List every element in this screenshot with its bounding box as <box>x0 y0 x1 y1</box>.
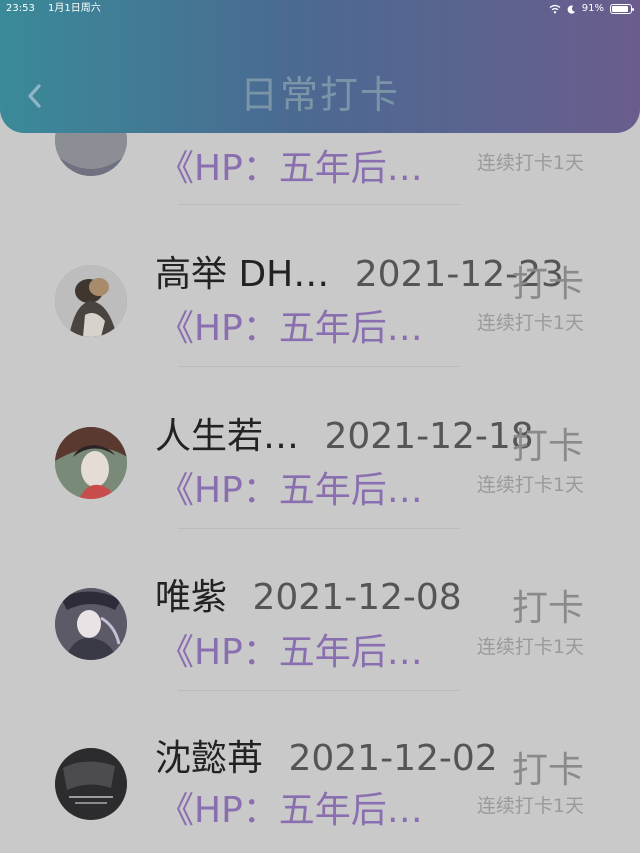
streak-label: 连续打卡1天 <box>476 474 584 496</box>
checkin-button[interactable]: 打卡 <box>512 748 584 794</box>
book-title[interactable]: 《HP：五年后… <box>158 468 423 514</box>
status-bar: 23:53 1月1日周六 91% <box>0 0 640 18</box>
status-right: 91% <box>549 0 634 18</box>
checkin-button[interactable]: 打卡 <box>512 262 584 308</box>
user-line: 沈懿苒 2021-12-02 <box>155 736 498 782</box>
status-date: 1月1日周六 <box>48 3 101 14</box>
battery-fill <box>612 6 628 12</box>
checkin-button[interactable]: 打卡 <box>512 424 584 470</box>
checkin-date: 2021-12-02 <box>288 738 498 779</box>
user-line: 高举 DH… 2021-12-23 <box>155 252 564 298</box>
user-name: 人生若… <box>155 416 300 457</box>
divider <box>178 528 460 529</box>
avatar[interactable] <box>55 427 127 499</box>
user-name: 唯紫 <box>155 577 228 618</box>
avatar-image <box>55 265 127 337</box>
daily-checkin-page: 《HP：五年后… 连续打卡1天 高举 DH… 2021-12-23 打卡 《HP… <box>0 0 640 853</box>
list-item[interactable]: 人生若… 2021-12-18 打卡 《HP：五年后… 连续打卡1天 <box>0 402 640 564</box>
moon-icon <box>567 5 575 14</box>
avatar[interactable] <box>55 265 127 337</box>
divider <box>178 690 460 691</box>
avatar-image <box>55 588 127 660</box>
checkin-button[interactable]: 打卡 <box>512 586 584 632</box>
header-bar: 23:53 1月1日周六 91% 日常打卡 <box>0 0 640 133</box>
book-title[interactable]: 《HP：五年后… <box>158 306 423 352</box>
avatar-image <box>55 748 127 820</box>
avatar[interactable] <box>55 588 127 660</box>
streak-label: 连续打卡1天 <box>476 636 584 658</box>
wifi-icon <box>549 4 561 14</box>
checkin-date: 2021-12-08 <box>252 577 462 618</box>
avatar-image <box>55 427 127 499</box>
status-time: 23:53 <box>6 3 35 14</box>
battery-icon <box>610 4 634 14</box>
streak-label: 连续打卡1天 <box>476 312 584 334</box>
checkin-date: 2021-12-18 <box>324 416 534 457</box>
user-line: 人生若… 2021-12-18 <box>155 414 534 460</box>
list-item[interactable]: 沈懿苒 2021-12-02 打卡 《HP：五年后… 连续打卡1天 <box>0 726 640 853</box>
book-title[interactable]: 《HP：五年后… <box>158 146 423 192</box>
divider <box>178 366 460 367</box>
page-title: 日常打卡 <box>239 73 400 117</box>
avatar[interactable] <box>55 748 127 820</box>
user-name: 沈懿苒 <box>155 738 264 779</box>
user-line: 唯紫 2021-12-08 <box>155 575 462 621</box>
list-item[interactable]: 高举 DH… 2021-12-23 打卡 《HP：五年后… 连续打卡1天 <box>0 240 640 402</box>
book-title[interactable]: 《HP：五年后… <box>158 788 423 834</box>
list-item[interactable]: 唯紫 2021-12-08 打卡 《HP：五年后… 连续打卡1天 <box>0 564 640 726</box>
streak-label: 连续打卡1天 <box>476 152 584 174</box>
book-title[interactable]: 《HP：五年后… <box>158 630 423 676</box>
user-name: 高举 DH… <box>155 254 330 295</box>
battery-percent: 91% <box>581 3 604 14</box>
status-left: 23:53 1月1日周六 <box>6 0 111 18</box>
divider <box>178 204 460 205</box>
streak-label: 连续打卡1天 <box>476 795 584 817</box>
